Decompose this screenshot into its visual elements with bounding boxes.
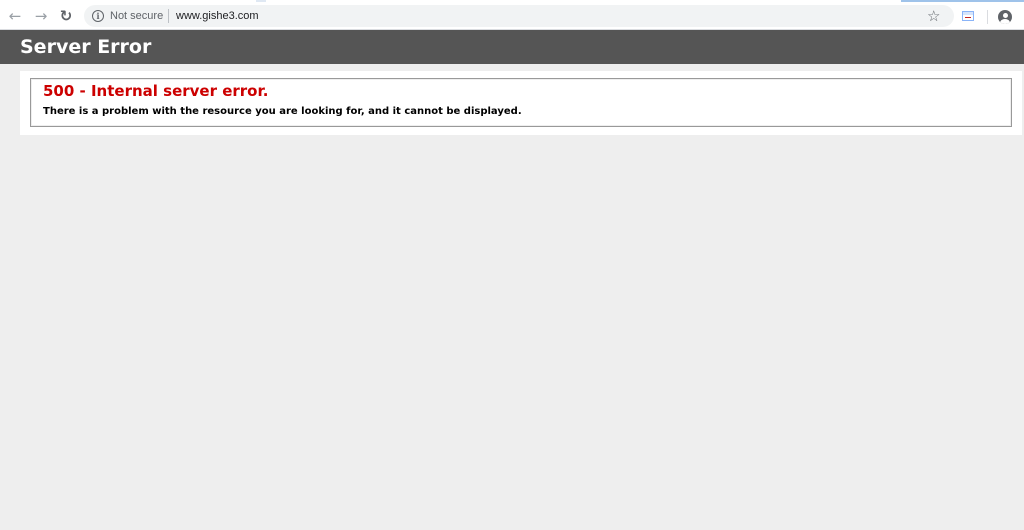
security-indicator[interactable]: Not secure <box>110 8 163 24</box>
arrow-right-icon: → <box>34 7 48 25</box>
url-text[interactable]: www.gishe3.com <box>176 8 259 24</box>
forward-button[interactable]: → <box>30 6 52 26</box>
arrow-left-icon: ← <box>8 7 22 25</box>
content-panel: 500 - Internal server error. There is a … <box>20 71 1022 135</box>
bookmark-star-icon[interactable]: ☆ <box>927 6 940 26</box>
page-title: Server Error <box>20 36 152 58</box>
address-bar[interactable]: i Not secure www.gishe3.com ☆ <box>84 5 954 27</box>
error-box: 500 - Internal server error. There is a … <box>30 78 1012 127</box>
toolbar-divider <box>987 10 988 24</box>
address-divider <box>168 9 169 23</box>
reload-icon: ↻ <box>59 7 73 25</box>
error-heading: 500 - Internal server error. <box>43 82 269 100</box>
error-message: There is a problem with the resource you… <box>43 106 522 117</box>
info-icon[interactable]: i <box>92 10 104 22</box>
browser-toolbar: ← → ↻ i Not secure www.gishe3.com ☆ <box>0 2 1024 30</box>
reload-button[interactable]: ↻ <box>55 6 77 26</box>
back-button[interactable]: ← <box>4 6 26 26</box>
page-header: Server Error <box>0 30 1024 64</box>
account-icon[interactable] <box>998 10 1012 24</box>
extension-icon[interactable] <box>962 11 974 21</box>
